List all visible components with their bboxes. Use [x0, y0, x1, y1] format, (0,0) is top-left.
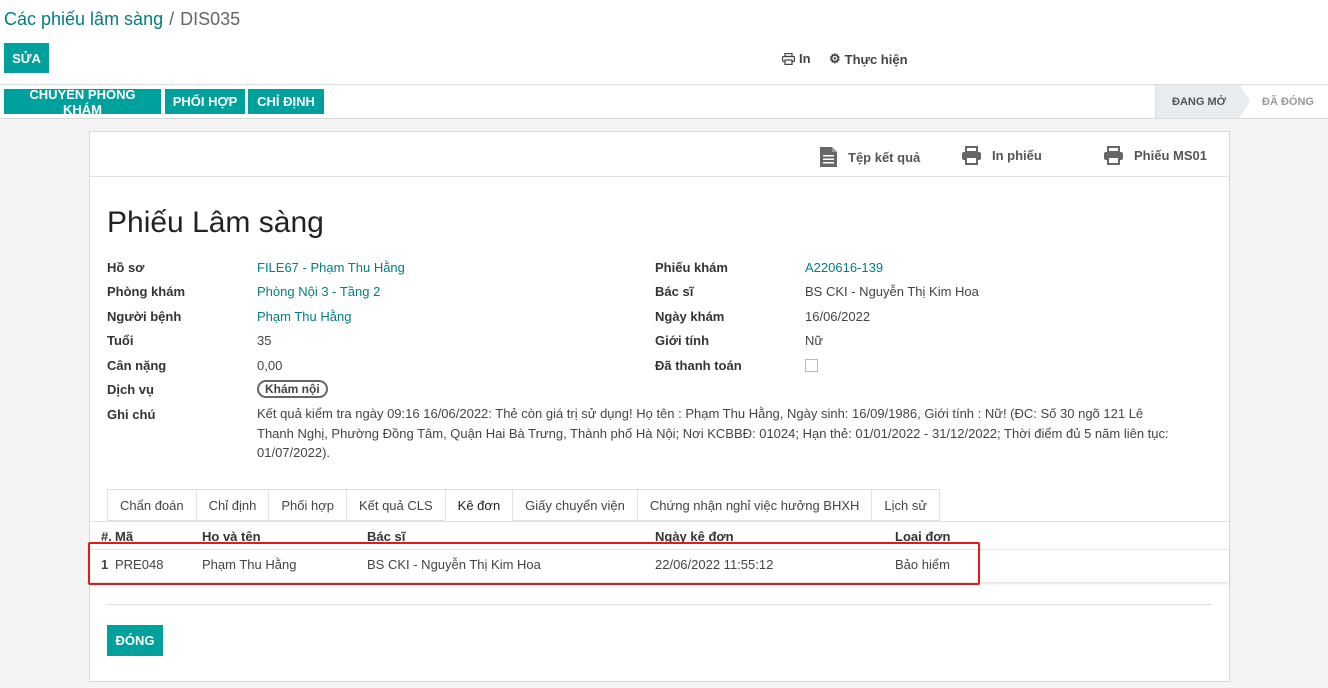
print-ms01-button[interactable]: Phiếu MS01 [1103, 146, 1207, 165]
close-button[interactable]: ĐÓNG [107, 625, 163, 656]
breadcrumb-parent[interactable]: Các phiếu lâm sàng [4, 9, 163, 29]
service-tag: Khám nội [257, 380, 328, 398]
breadcrumb-current: DIS035 [180, 9, 241, 29]
breadcrumb-separator: / [169, 9, 175, 29]
patient-link[interactable]: Phạm Thu Hằng [257, 309, 351, 324]
tab-referral[interactable]: Giấy chuyển viện [512, 489, 637, 521]
print-label: In [799, 51, 811, 66]
weight-value: 0,00 [257, 358, 283, 373]
tab-coordination[interactable]: Phối hợp [268, 489, 346, 521]
transfer-clinic-button[interactable]: CHUYỂN PHÒNG KHÁM [4, 87, 161, 117]
clinic-label: Phòng khám [107, 284, 186, 299]
order-button[interactable]: CHỈ ĐỊNH [248, 89, 324, 114]
status-bar: ĐANG MỞ ĐÃ ĐÓNG [1155, 85, 1328, 118]
gender-label: Giới tính [655, 333, 710, 348]
print-ms01-label: Phiếu MS01 [1134, 148, 1207, 163]
print-menu[interactable]: In [782, 51, 811, 66]
tab-orders[interactable]: Chỉ định [195, 489, 269, 521]
record-link[interactable]: FILE67 - Phạm Thu Hằng [257, 260, 405, 275]
tab-sick-leave[interactable]: Chứng nhận nghỉ việc hưởng BHXH [636, 489, 872, 521]
notebook-tabs: Chẩn đoán Chỉ định Phối hợp Kết quả CLS … [107, 489, 941, 521]
action-label: Thực hiện [844, 51, 908, 67]
printer-icon [782, 52, 795, 65]
status-open[interactable]: ĐANG MỞ [1155, 85, 1251, 118]
exam-link[interactable]: A220616-139 [805, 260, 883, 275]
exam-date-value: 16/06/2022 [805, 309, 871, 324]
highlight-box [88, 542, 980, 585]
control-panel: Các phiếu lâm sàng / DIS035 SỬA In ⚙ Thực … [0, 0, 1328, 118]
printer-icon [1103, 146, 1124, 165]
exam-date-label: Ngày khám [655, 309, 725, 324]
note-label: Ghi chú [107, 407, 156, 422]
paid-label: Đã thanh toán [655, 358, 742, 373]
tab-history[interactable]: Lịch sử [871, 489, 941, 521]
footer-divider [107, 604, 1212, 605]
action-menu[interactable]: ⚙ Thực hiện [829, 51, 908, 67]
printer-icon [961, 146, 982, 165]
tab-divider [90, 521, 1229, 522]
smart-buttons: Tệp kết quả In phiếu Phiếu MS01 [90, 132, 1229, 177]
status-closed[interactable]: ĐÃ ĐÓNG [1240, 85, 1328, 118]
breadcrumb: Các phiếu lâm sàng / DIS035 [4, 9, 240, 30]
service-label: Dịch vụ [107, 382, 154, 397]
patient-label: Người bệnh [107, 309, 182, 324]
gear-icon: ⚙ [829, 51, 841, 66]
doctor-value: BS CKI - Nguyễn Thị Kim Hoa [805, 284, 979, 299]
edit-button[interactable]: SỬA [4, 43, 49, 73]
exam-label: Phiếu khám [655, 260, 728, 275]
coordinate-button[interactable]: PHỐI HỢP [165, 89, 245, 114]
page-title: Phiếu Lâm sàng [107, 206, 324, 239]
age-label: Tuổi [107, 333, 134, 348]
doctor-label: Bác sĩ [655, 284, 694, 299]
result-file-label: Tệp kết quả [848, 149, 921, 165]
tab-cls-results[interactable]: Kết quả CLS [345, 489, 445, 521]
form-sheet: Tệp kết quả In phiếu Phiếu MS01 Phiếu Lâ… [89, 131, 1230, 682]
print-sheet-label: In phiếu [992, 148, 1042, 163]
weight-label: Cân nặng [107, 358, 167, 373]
record-label: Hồ sơ [107, 260, 145, 275]
paid-checkbox[interactable] [805, 359, 818, 372]
file-icon [819, 146, 838, 168]
divider [0, 84, 1328, 85]
result-file-button[interactable]: Tệp kết quả [819, 146, 920, 168]
print-sheet-button[interactable]: In phiếu [961, 146, 1042, 165]
gender-value: Nữ [805, 333, 824, 348]
age-value: 35 [257, 333, 272, 348]
tab-prescription[interactable]: Kê đơn [444, 489, 513, 521]
clinic-link[interactable]: Phòng Nội 3 - Tầng 2 [257, 284, 380, 299]
note-value: Kết quả kiểm tra ngày 09:16 16/06/2022: … [257, 406, 1169, 460]
tab-diagnosis[interactable]: Chẩn đoán [107, 489, 196, 521]
divider [0, 118, 1328, 119]
